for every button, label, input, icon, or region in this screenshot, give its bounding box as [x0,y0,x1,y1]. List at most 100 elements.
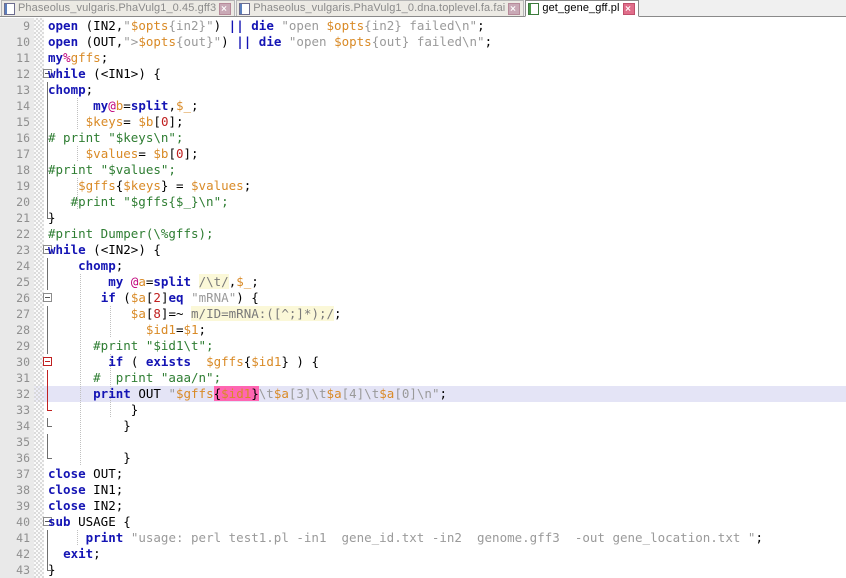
line-number: 20 [0,194,34,210]
code-line[interactable]: 36 } [0,450,846,466]
code-line[interactable]: 16 # print "$keys\n"; [0,130,846,146]
file-icon [528,2,540,15]
code-line[interactable]: 40 sub USAGE { [0,514,846,530]
close-icon[interactable] [219,2,232,15]
code-line[interactable]: 23 while (<IN2>) { [0,242,846,258]
code-line[interactable]: 34 } [0,418,846,434]
code-line[interactable]: 22 #print Dumper(\%gffs); [0,226,846,242]
code-text: $id1=$1; [145,322,207,337]
code-line[interactable]: 12 while (<IN1>) { [0,66,846,82]
code-line[interactable]: 13 chomp; [0,82,846,98]
line-number: 19 [0,178,34,194]
tab-get-gene-gff-pl[interactable]: get_gene_gff.pl [525,0,639,17]
code-line[interactable]: 35 [0,434,846,450]
code-line[interactable]: 27 $a[8]=~ m/ID=mRNA:([^;]*);/; [0,306,846,322]
code-text: chomp; [48,82,94,97]
code-text: my%gffs; [48,50,109,65]
code-text: $a[8]=~ m/ID=mRNA:([^;]*);/; [130,306,342,321]
fold-column[interactable] [41,434,55,450]
line-number: 22 [0,226,34,242]
code-line[interactable]: 14 my@b=split,$_; [0,98,846,114]
code-line[interactable]: 28 $id1=$1; [0,322,846,338]
editor-window: Phaseolus_vulgaris.PhaVulg1_0.45.gff3 Ph… [0,0,846,578]
tab-phaseolus-fa-fai[interactable]: Phaseolus_vulgaris.PhaVulg1_0.dna.toplev… [236,0,525,16]
line-number: 24 [0,258,34,274]
code-line[interactable]: 29 #print "$id1\t"; [0,338,846,354]
code-line[interactable]: 31 # print "aaa/n"; [0,370,846,386]
code-line[interactable]: 43 } [0,562,846,578]
line-number: 28 [0,322,34,338]
code-text: } [48,450,131,465]
close-icon[interactable] [622,2,635,15]
tab-bar: Phaseolus_vulgaris.PhaVulg1_0.45.gff3 Ph… [0,0,846,17]
code-line[interactable]: 9 open (IN2,"$opts{in2}") || die "open $… [0,18,846,34]
code-line[interactable]: 39 close IN2; [0,498,846,514]
code-text: $gffs{$keys} = $values; [78,178,252,193]
code-line[interactable]: 38 close IN1; [0,482,846,498]
line-number: 9 [0,18,34,34]
code-text: #print Dumper(\%gffs); [48,226,214,241]
code-text: #print "$values"; [48,162,176,177]
fold-guide-line [47,434,48,450]
code-text: } [48,210,56,225]
code-text: close IN2; [48,498,124,513]
tab-phaseolus-gff3[interactable]: Phaseolus_vulgaris.PhaVulg1_0.45.gff3 [1,0,236,16]
code-line[interactable]: 30 if ( exists $gffs{$id1} ) { [0,354,846,370]
code-text: open (OUT,">$opts{out}") || die "open $o… [48,34,493,49]
line-number: 18 [0,162,34,178]
close-icon[interactable] [508,2,521,15]
code-text: print OUT "$gffs{$id1}\t$a[3]\t$a[4]\t$a… [93,386,447,401]
code-line-current[interactable]: 32 print OUT "$gffs{$id1}\t$a[3]\t$a[4]\… [0,386,846,402]
line-number: 13 [0,82,34,98]
line-number: 38 [0,482,34,498]
tab-label: Phaseolus_vulgaris.PhaVulg1_0.dna.toplev… [253,2,506,14]
code-line[interactable]: 41 print "usage: perl test1.pl -in1 gene… [0,530,846,546]
line-number: 26 [0,290,34,306]
code-text: open (IN2,"$opts{in2}") || die "open $op… [48,18,485,33]
code-text: sub USAGE { [48,514,131,529]
code-text: } [48,418,131,433]
line-number: 27 [0,306,34,322]
code-line[interactable]: 25 my @a=split /\t/,$_; [0,274,846,290]
code-text: my @a=split /\t/,$_; [108,274,259,289]
line-number: 25 [0,274,34,290]
line-number: 30 [0,354,34,370]
code-text: print "usage: perl test1.pl -in1 gene_id… [85,530,763,545]
code-line[interactable]: 37 close OUT; [0,466,846,482]
code-line[interactable]: 33 } [0,402,846,418]
code-text: if ( exists $gffs{$id1} ) { [108,354,320,369]
line-number: 17 [0,146,34,162]
line-number: 10 [0,34,34,50]
indent-guide [80,434,81,450]
line-number: 42 [0,546,34,562]
code-line[interactable]: 17 $values= $b[0]; [0,146,846,162]
code-line[interactable]: 10 open (OUT,">$opts{out}") || die "open… [0,34,846,50]
code-editor[interactable]: 9 open (IN2,"$opts{in2}") || die "open $… [0,18,846,578]
line-number: 12 [0,66,34,82]
line-number: 14 [0,98,34,114]
code-line[interactable]: 19 $gffs{$keys} = $values; [0,178,846,194]
code-line[interactable]: 24 chomp; [0,258,846,274]
code-line[interactable]: 15 $keys= $b[0]; [0,114,846,130]
code-line[interactable]: 21 } [0,210,846,226]
code-line[interactable]: 20 #print "$gffs{$_}\n"; [0,194,846,210]
tab-label: Phaseolus_vulgaris.PhaVulg1_0.45.gff3 [18,2,217,14]
code-text: $values= $b[0]; [85,146,199,161]
file-icon [4,2,15,15]
code-line[interactable]: 11 my%gffs; [0,50,846,66]
code-text: } [48,402,139,417]
code-line[interactable]: 18 #print "$values"; [0,162,846,178]
file-icon [239,2,251,15]
code-text: #print "$gffs{$_}\n"; [70,194,229,209]
line-number: 37 [0,466,34,482]
code-text: if ($a[2]eq "mRNA") { [100,290,259,305]
code-text: close OUT; [48,466,124,481]
line-number: 43 [0,562,34,578]
line-number: 32 [0,386,34,402]
line-number: 33 [0,402,34,418]
code-text: #print "$id1\t"; [93,338,214,353]
code-line[interactable]: 26 if ($a[2]eq "mRNA") { [0,290,846,306]
code-text: close IN1; [48,482,124,497]
line-number: 40 [0,514,34,530]
code-line[interactable]: 42 exit; [0,546,846,562]
